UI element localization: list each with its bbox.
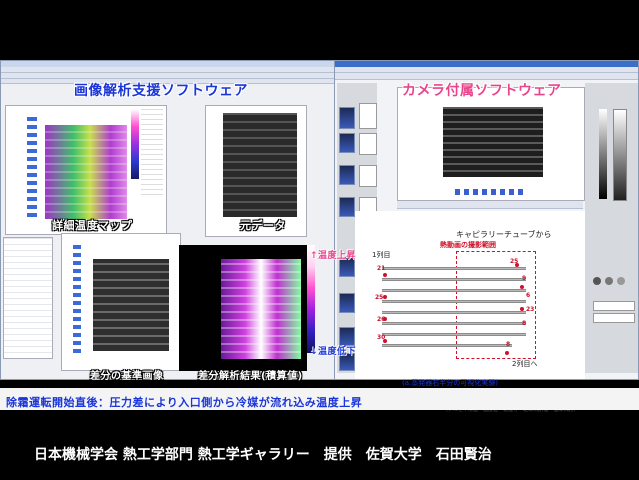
diagram-footnote: (a.蒸発器右半分の可視化実験) bbox=[402, 379, 498, 387]
panel-ruler bbox=[73, 245, 81, 353]
to-row2-label: 2列目へ bbox=[512, 360, 538, 368]
thumbnail-preview[interactable] bbox=[359, 133, 377, 155]
tube-line bbox=[382, 267, 526, 270]
diagram-heat-area-label: 熱動画の撮影範囲 bbox=[440, 241, 496, 249]
thumbnail[interactable] bbox=[339, 293, 355, 313]
setting-field[interactable] bbox=[593, 301, 635, 311]
setting-field[interactable] bbox=[593, 313, 635, 323]
point-label: 9 bbox=[522, 275, 527, 282]
measure-point bbox=[383, 295, 387, 299]
original-thermal-image[interactable] bbox=[223, 113, 297, 217]
measure-point bbox=[505, 351, 509, 355]
colorbar bbox=[131, 109, 139, 179]
original-data-label: 元データ bbox=[240, 219, 286, 232]
point-label: 30 bbox=[377, 334, 386, 341]
thumbnail-preview[interactable] bbox=[359, 165, 377, 187]
point-label: 25 bbox=[375, 294, 384, 301]
settings-panel bbox=[585, 83, 638, 373]
point-label: 23 bbox=[526, 306, 535, 313]
point-label: 25 bbox=[510, 258, 519, 265]
point-label: 6 bbox=[526, 292, 531, 299]
measure-point bbox=[520, 307, 524, 311]
measure-point bbox=[520, 285, 524, 289]
tube-line bbox=[382, 333, 526, 336]
palette-button[interactable] bbox=[593, 277, 601, 285]
playback-controls[interactable] bbox=[455, 189, 525, 195]
image-analysis-title: 画像解析支援ソフトウェア bbox=[74, 83, 248, 99]
tube-line bbox=[382, 289, 526, 292]
tube-line bbox=[382, 311, 526, 314]
toolbar[interactable] bbox=[335, 73, 638, 80]
detail-temperature-map[interactable] bbox=[45, 125, 127, 219]
grayscale-bar-2 bbox=[613, 109, 627, 201]
side-ruler bbox=[27, 117, 37, 217]
palette-button[interactable] bbox=[617, 277, 625, 285]
tube-line bbox=[382, 344, 512, 347]
tab-strip[interactable] bbox=[397, 201, 583, 209]
reference-image-label: 差分の基準画像 bbox=[90, 371, 164, 382]
diff-result-label: 差分解析結果(積算値) bbox=[198, 371, 303, 382]
diagram-capillary-label: キャピラリーチューブから bbox=[456, 230, 552, 239]
thumbnail[interactable] bbox=[339, 165, 355, 185]
thumbnail[interactable] bbox=[339, 197, 355, 217]
reference-thermal-image[interactable] bbox=[93, 259, 169, 351]
diff-thermal-image[interactable] bbox=[221, 259, 301, 359]
camera-thermal-image[interactable] bbox=[443, 107, 543, 177]
diagram-row1-label: 1列目 bbox=[372, 251, 391, 259]
camera-software-title: カメラ付属ソフトウェア bbox=[402, 83, 562, 99]
credit-text: 日本機械学会 熱工学部門 熱工学ギャラリー 提供 佐賀大学 石田賢治 bbox=[34, 447, 492, 463]
temp-up-label: ↑温度上昇 bbox=[310, 251, 357, 261]
detail-map-label: 詳細温度マップ bbox=[52, 219, 133, 232]
palette-button[interactable] bbox=[605, 277, 613, 285]
tube-line bbox=[382, 278, 526, 281]
temp-down-label: ↓温度低下 bbox=[310, 347, 357, 357]
measure-point bbox=[383, 273, 387, 277]
thumbnail[interactable] bbox=[339, 133, 355, 153]
point-label: 26 bbox=[377, 316, 386, 323]
tube-line bbox=[382, 322, 526, 325]
grayscale-bar bbox=[599, 109, 607, 199]
data-list-panel bbox=[3, 237, 53, 359]
point-label: 8 bbox=[506, 341, 511, 348]
tube-line bbox=[382, 300, 526, 303]
caption-text: 除霜運転開始直後：圧力差により入口側から冷媒が流れ込み温度上昇 bbox=[6, 396, 363, 409]
diff-colorbar bbox=[307, 245, 315, 353]
point-label: 8 bbox=[522, 320, 527, 327]
thumbnail-preview[interactable] bbox=[359, 103, 377, 129]
thumbnail[interactable] bbox=[339, 107, 355, 129]
point-label: 21 bbox=[377, 265, 386, 272]
colorbar-ticks bbox=[141, 109, 163, 199]
